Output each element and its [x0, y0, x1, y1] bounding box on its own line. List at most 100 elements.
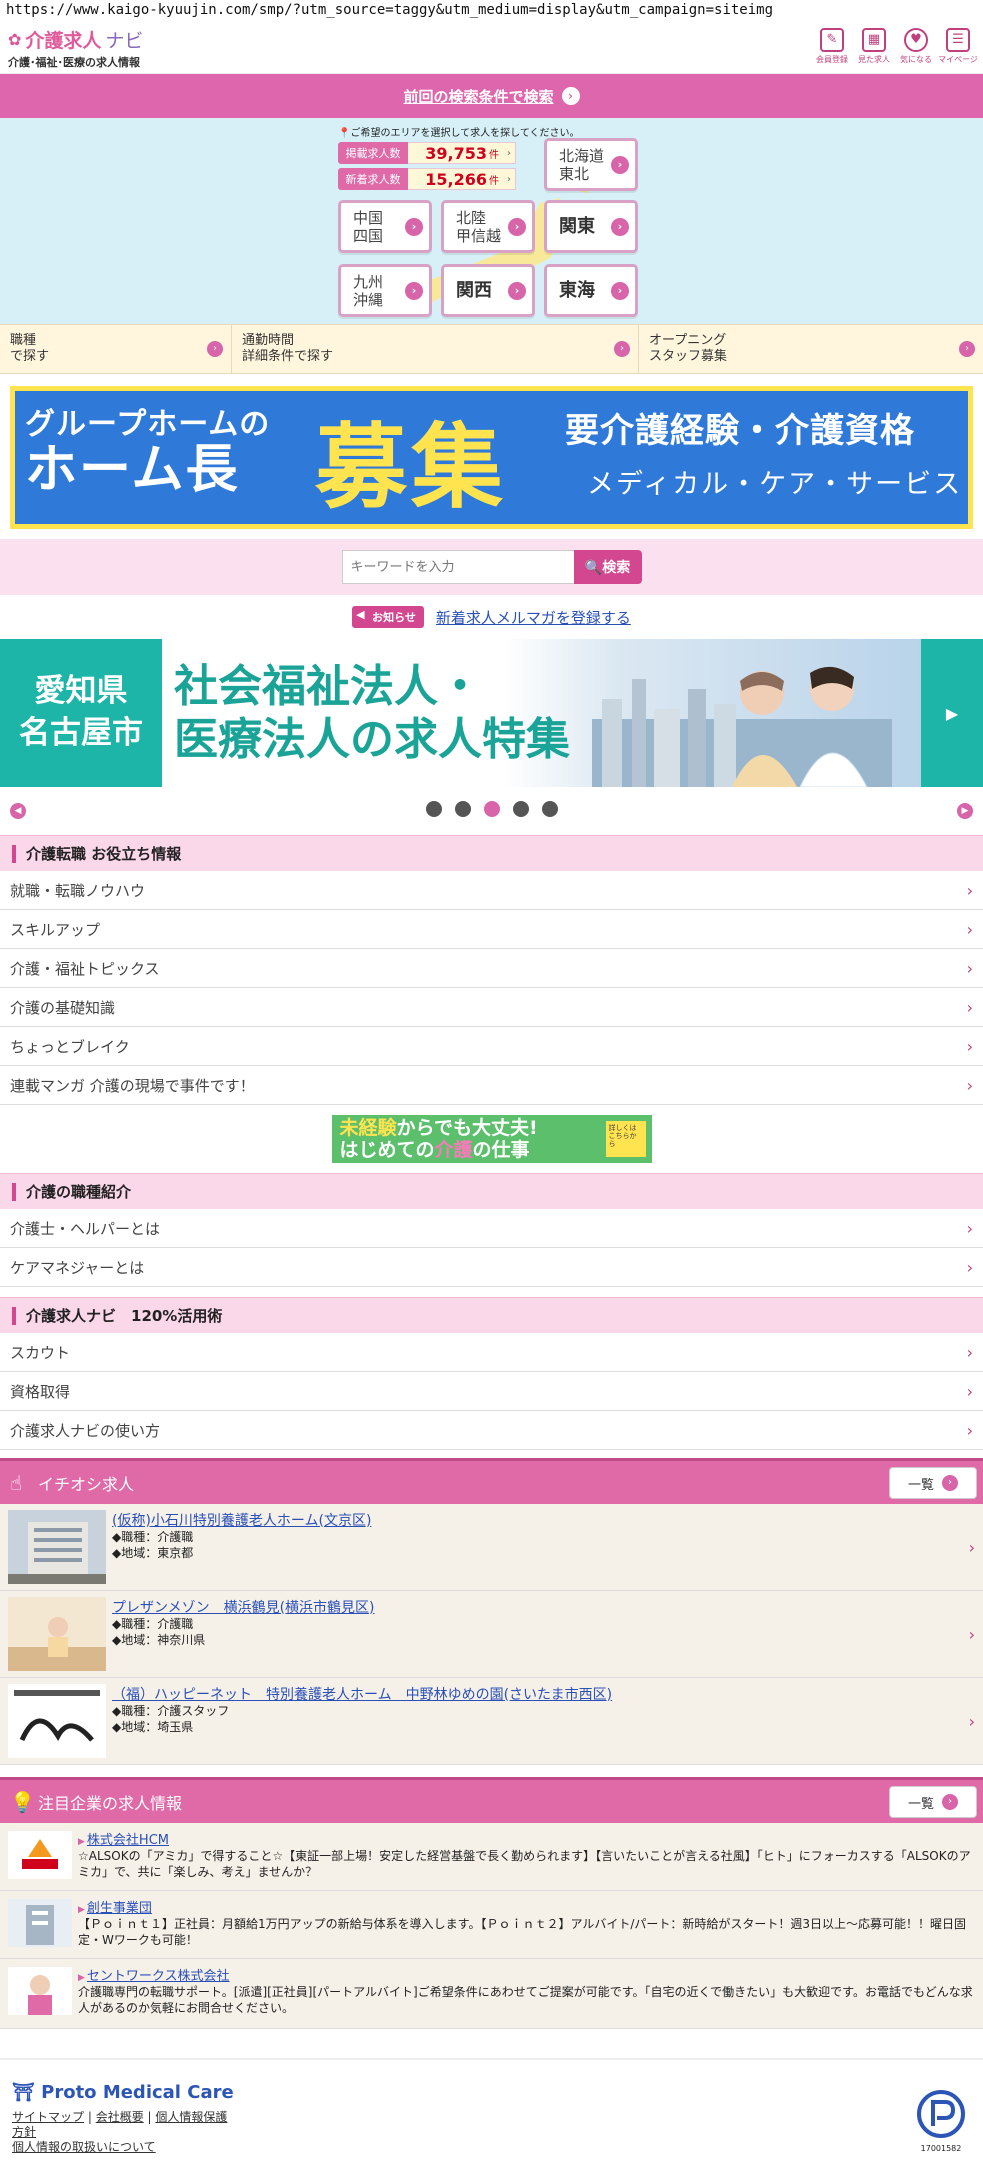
footer-logo[interactable]: ⛩ Proto Medical Care	[12, 2082, 234, 2103]
previous-search-button[interactable]: 前回の検索条件で検索 ›	[0, 74, 983, 118]
area-note: 📍ご希望のエリアを選択して求人を探してください。	[338, 124, 580, 139]
job-area: ◆地域：埼玉県	[112, 1719, 194, 1734]
slider-dot-active[interactable]	[483, 801, 500, 817]
privacy-policy-link-cont[interactable]: 方針	[12, 2125, 36, 2139]
list-item[interactable]: ちょっとブレイク ›	[0, 1027, 983, 1066]
site-logo[interactable]: ✿ 介護求人 ナビ 介護･福祉･医療の求人情報	[8, 26, 143, 70]
personal-info-handling-link[interactable]: 個人情報の取扱いについて	[12, 2140, 156, 2154]
mini-banner-text: はじめての	[339, 1138, 435, 1161]
job-type: ◆職種：介護職	[112, 1530, 194, 1544]
slider-dot[interactable]	[512, 801, 529, 817]
privacy-policy-link[interactable]: 個人情報保護	[155, 2110, 227, 2124]
slider-dot[interactable]	[425, 801, 442, 817]
favorites-button[interactable]: ♥ 気になる	[895, 28, 937, 65]
company-description: 介護職専門の転職サポート。[派遣][正社員][パートアルバイト]ご希望条件にあわ…	[78, 1985, 973, 2016]
search-option-links: 職種 で探す › 通勤時間 詳細条件で探す › オープニング スタッフ募集 ›	[0, 324, 983, 374]
chevron-right-icon: ›	[966, 880, 973, 900]
company-card[interactable]: 創生事業団 【Ｐｏｉｎｔ１】正社員：月額給1万円アップの新給与体系を導入します。…	[0, 1891, 983, 1959]
aichi-feature-banner[interactable]: 愛知県 名古屋市 社会福祉法人・ 医療法人の求人特集 ▶	[0, 639, 983, 787]
viewed-jobs-button[interactable]: ▦ 見た求人	[853, 28, 895, 65]
search-by-commute[interactable]: 通勤時間 詳細条件で探す ›	[232, 325, 639, 373]
list-item[interactable]: 連載マンガ 介護の現場で事件です！ ›	[0, 1066, 983, 1105]
list-item[interactable]: 就職・転職ノウハウ ›	[0, 871, 983, 910]
arrow-right-icon: ›	[614, 341, 630, 357]
mypage-label: マイページ	[938, 55, 978, 64]
search-icon: 🔍	[584, 560, 603, 576]
total-jobs-count[interactable]: 掲載求人数 39,753 件 ›	[338, 142, 516, 164]
region-hokuriku-koshinetsu[interactable]: 北陸 甲信越 ›	[441, 200, 535, 253]
company-name[interactable]: 株式会社HCM	[78, 1829, 975, 1848]
privacy-mark[interactable]: 17001582	[911, 2084, 971, 2158]
new-jobs-count[interactable]: 新着求人数 15,266 件 ›	[338, 168, 516, 190]
slider-dot[interactable]	[454, 801, 471, 817]
list-item[interactable]: 介護の基礎知識 ›	[0, 988, 983, 1027]
job-title[interactable]: プレザンメゾン 横浜鶴見(横浜市鶴見区)	[112, 1597, 983, 1617]
url-bar[interactable]: https://www.kaigo-kyuujin.com/smp/?utm_s…	[0, 0, 983, 22]
sitemap-link[interactable]: サイトマップ	[12, 2110, 84, 2124]
job-title[interactable]: (仮称)小石川特別養護老人ホーム(文京区)	[112, 1510, 983, 1530]
logo-subtitle: 介護･福祉･医療の求人情報	[8, 56, 140, 69]
region-kansai[interactable]: 関西 ›	[441, 264, 535, 317]
chevron-right-icon: ›	[966, 1036, 973, 1056]
company-name[interactable]: セントワークス株式会社	[78, 1965, 975, 1984]
list-item[interactable]: スカウト ›	[0, 1333, 983, 1372]
company-name[interactable]: 創生事業団	[78, 1897, 975, 1916]
region-chugoku-shikoku[interactable]: 中国 四国 ›	[338, 200, 432, 253]
region-hokkaido-tohoku[interactable]: 北海道 東北 ›	[544, 138, 638, 191]
arrow-right-icon: ›	[561, 87, 580, 105]
slider-next-button[interactable]: ▶	[921, 639, 983, 787]
company-card[interactable]: セントワークス株式会社 介護職専門の転職サポート。[派遣][正社員][パートアル…	[0, 1959, 983, 2029]
mypage-icon: ☰	[946, 28, 970, 52]
new-jobs-label: 新着求人数	[338, 168, 408, 190]
member-register-button[interactable]: ✎ 会員登録	[811, 28, 853, 65]
keyword-input[interactable]	[341, 550, 574, 584]
companies-list-button[interactable]: 一覧 ›	[889, 1786, 977, 1818]
mini-banner-text: 未経験	[339, 1117, 397, 1139]
chevron-right-icon: ›	[966, 958, 973, 978]
chevron-right-icon: ›	[506, 173, 511, 185]
search-by-job-type[interactable]: 職種 で探す ›	[0, 325, 232, 373]
list-item[interactable]: スキルアップ ›	[0, 910, 983, 949]
arrow-right-icon: ›	[508, 217, 526, 236]
footer-links: サイトマップ | 会社概要 | 個人情報保護 方針 個人情報の取扱いについて	[12, 2110, 228, 2154]
banner2-region-text: 愛知県 名古屋市	[19, 673, 143, 751]
pickup-list-button[interactable]: 一覧 ›	[889, 1467, 977, 1499]
job-title[interactable]: （福）ハッピーネット 特別養護老人ホーム 中野林ゆめの園(さいたま市西区)	[112, 1684, 983, 1704]
mini-banner-text: からでも大丈夫!	[396, 1117, 538, 1139]
arrow-right-icon: ›	[942, 1475, 958, 1491]
region-tokai[interactable]: 東海 ›	[544, 264, 638, 317]
banner1-right1: 要介護経験・介護資格	[565, 411, 915, 451]
featured-companies-header: 💡 注目企業の求人情報 一覧 ›	[0, 1777, 983, 1823]
group-home-recruit-banner[interactable]: グループホームの ホーム長 募集 要介護経験・介護資格 メディカル・ケア・サービ…	[10, 386, 973, 529]
job-card[interactable]: (仮称)小石川特別養護老人ホーム(文京区) ◆職種：介護職 ◆地域：東京都 ›	[0, 1504, 983, 1591]
mini-banner-text: の仕事	[472, 1138, 530, 1161]
slider-dot[interactable]	[541, 801, 558, 817]
job-card[interactable]: プレザンメゾン 横浜鶴見(横浜市鶴見区) ◆職種：介護職 ◆地域：神奈川県 ›	[0, 1591, 983, 1678]
list-item[interactable]: 介護・福祉トピックス ›	[0, 949, 983, 988]
company-card[interactable]: 株式会社HCM ☆ALSOKの「アミカ」で得すること☆【東証一部上場！安定した経…	[0, 1823, 983, 1891]
company-overview-link[interactable]: 会社概要	[96, 2110, 144, 2124]
arrow-right-icon: ›	[611, 281, 629, 300]
job-card[interactable]: （福）ハッピーネット 特別養護老人ホーム 中野林ゆめの園(さいたま市西区) ◆職…	[0, 1678, 983, 1765]
region-kanto[interactable]: 関東 ›	[544, 200, 638, 253]
list-item[interactable]: 介護求人ナビの使い方 ›	[0, 1411, 983, 1450]
logo-main-text: 介護求人	[25, 30, 102, 52]
region-kyushu-okinawa[interactable]: 九州 沖縄 ›	[338, 264, 432, 317]
job-area: ◆地域：東京都	[112, 1545, 194, 1560]
beginner-banner[interactable]: 未経験からでも大丈夫! はじめての介護の仕事 詳しくはこちらから	[0, 1105, 983, 1173]
chevron-right-icon: ›	[966, 1075, 973, 1095]
list-item[interactable]: ケアマネジャーとは ›	[0, 1248, 983, 1287]
mypage-button[interactable]: ☰ マイページ	[937, 28, 979, 65]
list-item[interactable]: 資格取得 ›	[0, 1372, 983, 1411]
slider-next-small-button[interactable]: ▶	[957, 803, 973, 819]
mini-banner-text: 介護	[434, 1138, 473, 1161]
mini-banner-tag: 詳しくはこちらから	[605, 1121, 646, 1157]
opening-staff-link[interactable]: オープニング スタッフ募集 ›	[639, 325, 983, 373]
list-item[interactable]: 介護士・ヘルパーとは ›	[0, 1209, 983, 1248]
keyword-search-button[interactable]: 🔍検索	[573, 550, 642, 584]
chevron-right-icon: ›	[966, 1218, 973, 1238]
region-label: 中国 四国	[353, 208, 384, 245]
newsletter-register-link[interactable]: 新着求人メルマガを登録する	[436, 607, 631, 628]
